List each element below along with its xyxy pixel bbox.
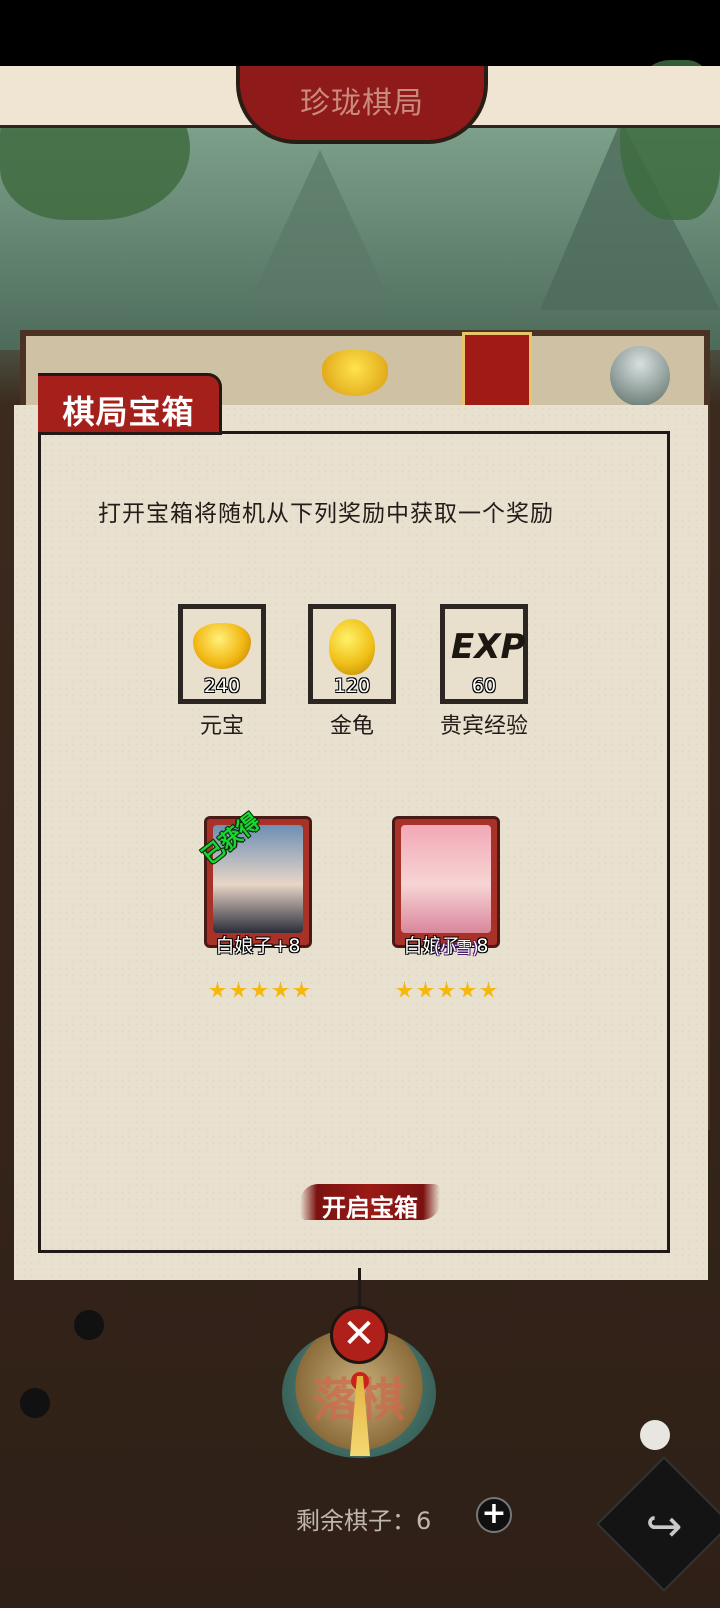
golden-turtle-icon (329, 619, 375, 675)
reward-frame: EXP 60 (445, 609, 526, 699)
reward-label: 贵宾经验 (439, 714, 528, 739)
reward-quantity: 120 (333, 675, 371, 697)
reward-label: 金龟 (329, 714, 374, 739)
treasure-chest-dialog (14, 405, 708, 1280)
star-icon (417, 982, 434, 998)
gold-ingot-icon (322, 350, 388, 396)
character-portrait (401, 825, 491, 933)
star-icon (272, 982, 289, 998)
reward-label: 元宝 (199, 714, 244, 739)
title-plaque: 珍珑棋局 (236, 66, 488, 144)
card-icon (462, 332, 532, 410)
page-title: 珍珑棋局 (300, 86, 424, 121)
exp-icon: EXP (451, 627, 526, 667)
star-icon (459, 982, 476, 998)
star-icon (396, 982, 413, 998)
reward-item-exp[interactable]: EXP 60 贵宾经验 (440, 604, 528, 739)
dialog-cord (358, 1268, 361, 1310)
gold-ingot-icon (193, 623, 251, 669)
go-stone-icon (640, 1420, 670, 1450)
star-icon (230, 982, 247, 998)
plus-icon[interactable]: + (476, 1497, 512, 1533)
star-icon (438, 982, 455, 998)
status-bar (0, 0, 720, 66)
reward-item-turtle[interactable]: 120 金龟 (308, 604, 396, 739)
character-nickname: (小雪) (434, 938, 479, 957)
open-chest-button[interactable]: 开启宝箱 (300, 1180, 440, 1224)
character-card-2[interactable]: 白娘子+8 (392, 816, 500, 957)
remaining-stones: 剩余棋子：6 (296, 1501, 431, 1536)
dialog-title-tab: 棋局宝箱 (38, 373, 222, 435)
star-icon (251, 982, 268, 998)
reward-quantity: 60 (471, 675, 497, 697)
reward-frame: 240 (183, 609, 261, 699)
dialog-border (38, 431, 670, 1253)
star-icon (293, 982, 310, 998)
dialog-instruction: 打开宝箱将随机从下列奖励中获取一个奖励 (98, 501, 554, 527)
reward-item-ingot[interactable]: 240 元宝 (178, 604, 266, 739)
reward-quantity: 240 (203, 675, 241, 697)
go-stone-icon (74, 1310, 104, 1340)
star-rating (209, 982, 310, 999)
star-rating (396, 982, 497, 999)
close-icon[interactable]: ✕ (330, 1306, 388, 1364)
remaining-label: 剩余棋子： (296, 1507, 416, 1535)
remaining-count: 6 (416, 1507, 432, 1535)
star-icon (209, 982, 226, 998)
character-name: 白娘子+8 (215, 935, 301, 957)
open-chest-label: 开启宝箱 (322, 1194, 418, 1222)
stone-jar-icon (610, 346, 670, 406)
star-icon (480, 982, 497, 998)
go-stone-icon (20, 1388, 50, 1418)
reward-frame: 120 (313, 609, 391, 699)
share-icon: ↪ (645, 1500, 683, 1552)
dialog-title: 棋局宝箱 (62, 393, 195, 431)
